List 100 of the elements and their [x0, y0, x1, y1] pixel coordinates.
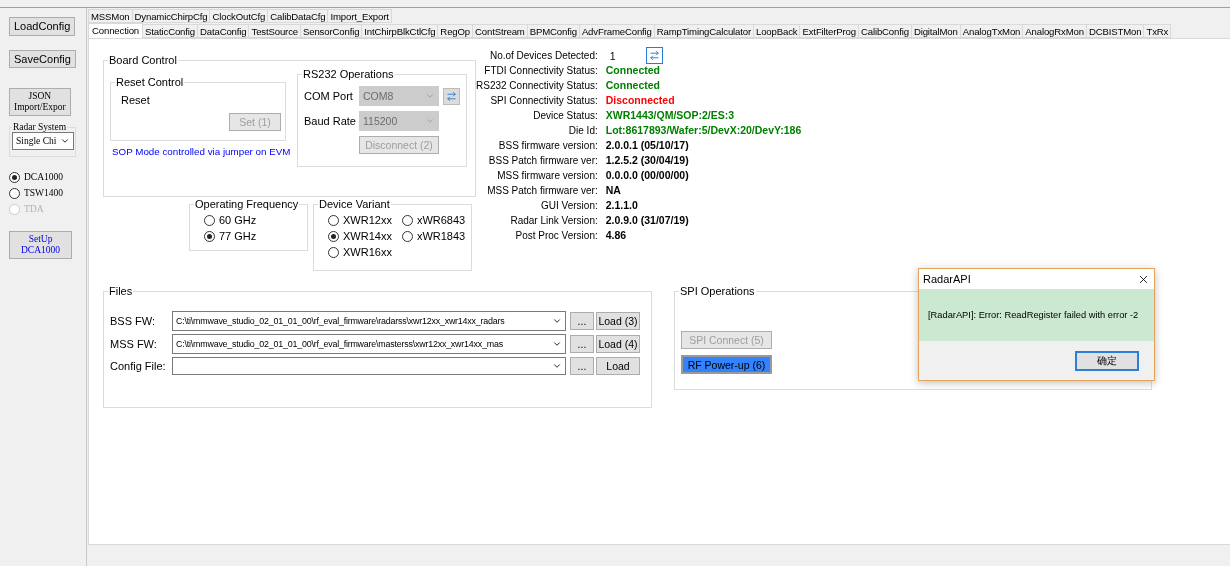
ok-button[interactable]: 确定 — [1075, 350, 1139, 371]
file-path-field[interactable]: C:\ti\mmwave_studio_02_01_01_00\rf_eval_firmware\radarss\xwr12xx_xwr14xx_radars — [172, 311, 566, 331]
radio-button[interactable] — [204, 214, 215, 226]
tab[interactable]: CalibDataCfg — [267, 9, 329, 23]
sidebar-button[interactable]: JSON Import/Expor — [9, 88, 71, 117]
tab[interactable]: DataConfig — [197, 24, 250, 38]
radio-button[interactable] — [401, 230, 413, 242]
chevron-down-icon — [552, 316, 562, 326]
info-value: Disconnected — [605, 93, 676, 108]
radio-label: xWR6843 — [416, 214, 466, 226]
radio-label: DCA1000 — [24, 172, 64, 183]
tab[interactable]: ClockOutCfg — [209, 9, 269, 23]
swap-arrows-icon — [446, 90, 457, 102]
radio-label: XWR16xx — [343, 246, 392, 258]
dialog-title: RadarAPI — [923, 273, 971, 285]
tab[interactable]: Import_Export — [327, 9, 392, 23]
swap-arrows-icon — [648, 50, 660, 61]
group-title: Files — [108, 285, 134, 297]
reset-label: Reset — [121, 94, 151, 106]
dialog-message: [RadarAPI]: Error: ReadRegister failed with error -2 — [928, 310, 1139, 320]
load-button[interactable]: Load (3) — [596, 312, 640, 330]
tab[interactable]: RampTimingCalculator — [653, 24, 754, 38]
refresh-button[interactable] — [645, 47, 663, 64]
browse-button[interactable]: ... — [570, 357, 594, 375]
tab[interactable]: TxRx — [1143, 24, 1172, 38]
radio-button[interactable] — [9, 171, 20, 183]
tab[interactable]: DynamicChirpCfg — [131, 9, 211, 23]
spi-button[interactable]: RF Power-up (6) — [681, 355, 772, 374]
radio-button[interactable] — [401, 214, 413, 226]
info-value: 1 — [608, 49, 616, 62]
sidebar-button[interactable]: LoadConfig — [9, 17, 76, 36]
radio-button[interactable] — [204, 230, 215, 242]
info-label: MSS Patch firmware ver: — [486, 184, 598, 198]
info-label: RS232 Connectivity Status: — [476, 79, 598, 93]
chevron-down-icon — [552, 339, 562, 349]
radio-label: TDA — [24, 204, 44, 215]
radio-button[interactable] — [328, 246, 339, 258]
radio-label: TSW1400 — [24, 188, 64, 199]
info-value: 1.2.5.2 (30/04/19) — [605, 153, 690, 168]
browse-button[interactable]: ... — [570, 335, 594, 353]
group-title: Board Control — [108, 54, 178, 66]
field-label: MSS FW: — [110, 338, 158, 350]
field-label: COM Port — [304, 90, 354, 102]
radio-button[interactable] — [328, 230, 339, 242]
info-label: Die Id: — [567, 124, 598, 138]
info-value: 2.0.9.0 (31/07/19) — [605, 213, 690, 228]
load-button[interactable]: Load (4) — [596, 335, 640, 353]
info-label: BSS firmware version: — [497, 139, 598, 153]
radio-button[interactable] — [328, 214, 339, 226]
tab[interactable]: AnalogRxMon — [1022, 24, 1087, 38]
tab[interactable]: ExtFilterProg — [799, 24, 859, 38]
info-label: SPI Connectivity Status: — [489, 94, 598, 108]
radio-label: XWR12xx — [343, 214, 392, 226]
info-label: FTDI Connectivity Status: — [483, 64, 598, 78]
info-label: Post Proc Version: — [514, 229, 598, 243]
tab[interactable]: BPMConfig — [526, 24, 580, 38]
file-path-field[interactable] — [172, 357, 566, 375]
browse-button[interactable]: ... — [570, 312, 594, 330]
info-label: No.of Devices Detected: — [488, 49, 598, 63]
info-value: 2.0.0.1 (05/10/17) — [605, 138, 690, 153]
tab[interactable]: LoopBack — [753, 24, 801, 38]
group-title: Reset Control — [115, 76, 185, 88]
tab[interactable]: StaticConfig — [142, 24, 198, 38]
info-label: MSS firmware version: — [496, 169, 598, 183]
tab[interactable]: RegOp — [437, 24, 473, 38]
tab[interactable]: AdvFrameConfig — [578, 24, 655, 38]
group-title: Radar System — [12, 122, 68, 133]
chevron-down-icon — [425, 116, 435, 126]
tab[interactable]: TestSource — [248, 24, 301, 38]
refresh-button[interactable] — [443, 87, 460, 105]
group-title: RS232 Operations — [302, 68, 395, 80]
radar-system-dropdown[interactable]: Single Chi — [12, 132, 74, 151]
info-value: XWR1443/QM/SOP:2/ES:3 — [605, 108, 736, 123]
radio-button[interactable] — [9, 187, 20, 199]
radio-label: 77 GHz — [219, 230, 257, 242]
tab[interactable]: DigitalMon — [910, 24, 961, 38]
radio-label: XWR14xx — [343, 230, 392, 242]
tab[interactable]: Connection — [88, 23, 144, 38]
load-button[interactable]: Load — [596, 357, 640, 375]
tab[interactable]: CalibConfig — [857, 24, 912, 38]
file-path-field[interactable]: C:\ti\mmwave_studio_02_01_01_00\rf_eval_firmware\masterss\xwr12xx_xwr14xx_mas — [172, 334, 566, 354]
radio-label: 60 GHz — [219, 214, 257, 226]
field-label: BSS FW: — [110, 315, 157, 327]
field-label: Baud Rate — [304, 115, 357, 127]
info-value: Connected — [605, 63, 661, 78]
chevron-down-icon — [425, 91, 435, 101]
setup-button[interactable]: SetUp DCA1000 — [9, 231, 72, 259]
tab[interactable]: SensorConfig — [300, 24, 363, 38]
tab[interactable]: DCBISTMon — [1085, 24, 1145, 38]
group-title: Device Variant — [318, 198, 391, 210]
info-value: 0.0.0.0 (00/00/00) — [605, 168, 690, 183]
tab[interactable]: AnalogTxMon — [959, 24, 1024, 38]
tab[interactable]: ContStream — [472, 24, 528, 38]
sidebar-button[interactable]: SaveConfig — [9, 49, 76, 69]
info-label: Radar Link Version: — [509, 214, 598, 228]
tab[interactable]: IntChirpBlkCtlCfg — [361, 24, 439, 38]
info-label: GUI Version: — [540, 199, 598, 213]
tab[interactable]: MSSMon — [88, 9, 133, 23]
info-value: Connected — [605, 78, 661, 93]
info-label: BSS Patch firmware ver: — [487, 154, 598, 168]
